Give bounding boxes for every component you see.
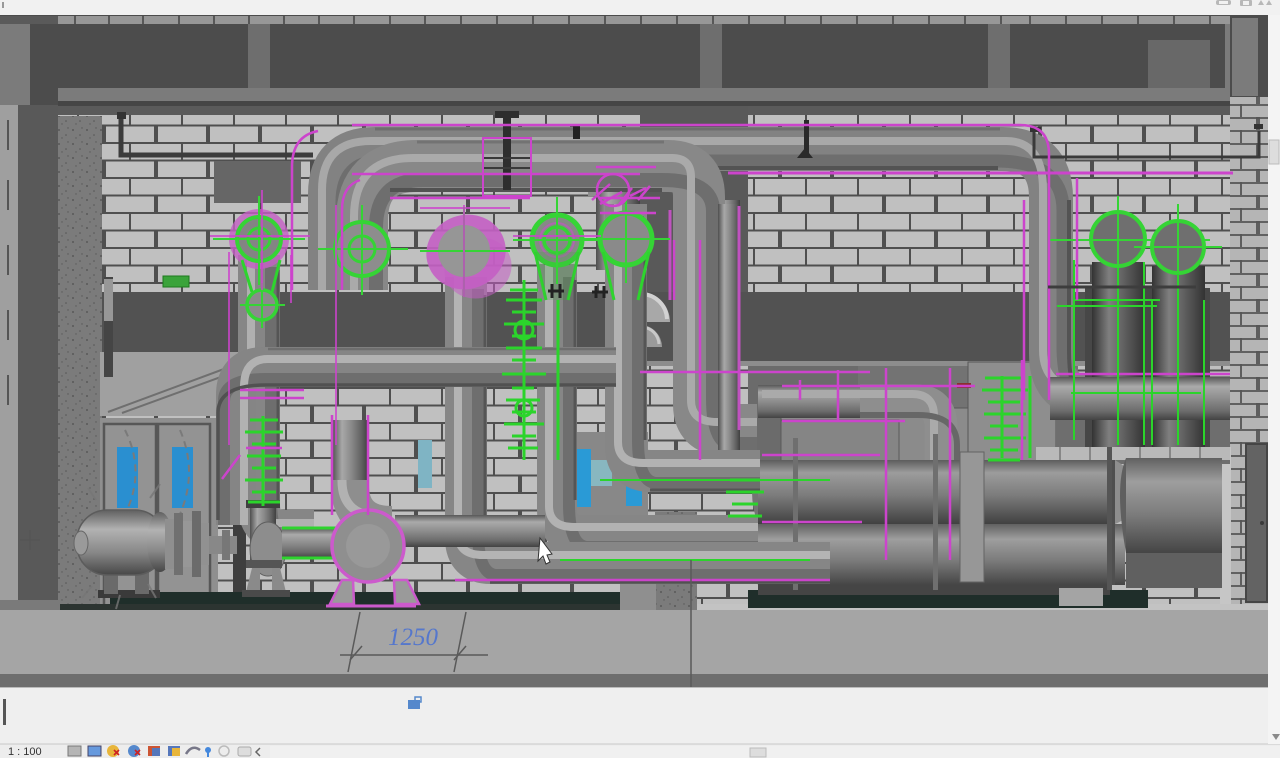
svg-text:1 : 100: 1 : 100 — [8, 746, 42, 758]
svg-text:1250: 1250 — [388, 624, 439, 651]
